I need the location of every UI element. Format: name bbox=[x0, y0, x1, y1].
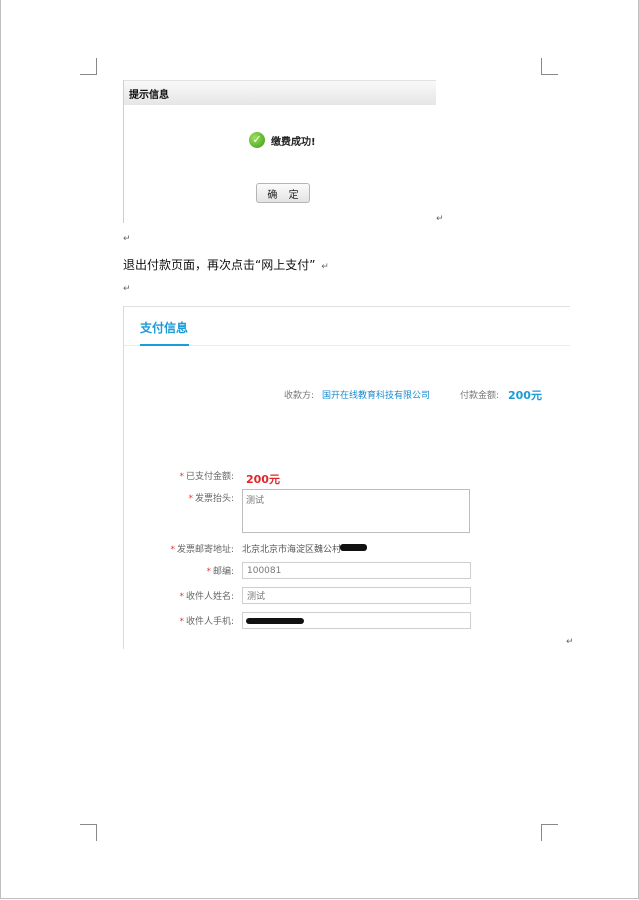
paid-amount-label: * 已支付金额: bbox=[179, 472, 234, 482]
postcode-label: * 邮编: bbox=[206, 567, 234, 577]
check-circle-icon: ✓ bbox=[249, 132, 265, 148]
instruction-line: 退出付款页面，再次点击“网上支付” ↵ bbox=[123, 256, 329, 273]
crop-mark-bottom-right bbox=[541, 824, 558, 841]
dialog-header: 提示信息 bbox=[124, 80, 436, 105]
paragraph-mark: ↵ bbox=[436, 214, 444, 224]
required-mark: * bbox=[179, 617, 184, 627]
success-message: 缴费成功! bbox=[271, 136, 316, 148]
success-message-row: ✓ 缴费成功! bbox=[249, 131, 316, 149]
paragraph-mark: ↵ bbox=[123, 234, 131, 244]
instruction-text: 退出付款页面，再次点击“网上支付” bbox=[123, 258, 316, 272]
payee-label: 收款方: bbox=[284, 391, 315, 401]
recipient-phone-label: * 收件人手机: bbox=[179, 617, 234, 627]
tab-active-underline bbox=[140, 344, 189, 346]
payee-value: 国开在线教育科技有限公司 bbox=[322, 391, 431, 401]
mail-address-value: 北京北京市海淀区魏公村 bbox=[242, 545, 342, 555]
dialog-title: 提示信息 bbox=[129, 90, 169, 101]
invoice-title-label: * 发票抬头: bbox=[188, 494, 234, 504]
invoice-title-textarea[interactable]: 测试 bbox=[242, 489, 470, 533]
paragraph-mark: ↵ bbox=[321, 262, 329, 272]
crop-mark-bottom-left bbox=[80, 824, 97, 841]
required-mark: * bbox=[188, 494, 193, 504]
redaction-mark bbox=[246, 618, 304, 624]
success-dialog: 提示信息 ✓ 缴费成功! 确 定 bbox=[123, 80, 436, 223]
recipient-name-label: * 收件人姓名: bbox=[179, 592, 234, 602]
paid-amount-value: 200元 bbox=[246, 473, 280, 486]
ok-button[interactable]: 确 定 bbox=[256, 183, 310, 203]
required-mark: * bbox=[206, 567, 211, 577]
postcode-input[interactable] bbox=[242, 562, 471, 579]
redaction-mark bbox=[340, 544, 367, 551]
tab-divider bbox=[124, 345, 570, 346]
mail-address-label: * 发票邮寄地址: bbox=[170, 545, 234, 555]
required-mark: * bbox=[179, 472, 184, 482]
amount-label: 付款金额: bbox=[460, 391, 500, 401]
tab-payment-info[interactable]: 支付信息 bbox=[140, 319, 188, 336]
required-mark: * bbox=[179, 592, 184, 602]
recipient-name-input[interactable] bbox=[242, 587, 471, 604]
crop-mark-top-left bbox=[80, 58, 97, 75]
paragraph-mark: ↵ bbox=[566, 637, 574, 647]
crop-mark-top-right bbox=[541, 58, 558, 75]
paragraph-mark: ↵ bbox=[123, 284, 131, 294]
payment-info-panel: 支付信息 收款方: 国开在线教育科技有限公司 付款金额: 200元 * 已支付金额… bbox=[123, 306, 570, 649]
required-mark: * bbox=[170, 545, 175, 555]
amount-value: 200元 bbox=[508, 389, 542, 402]
